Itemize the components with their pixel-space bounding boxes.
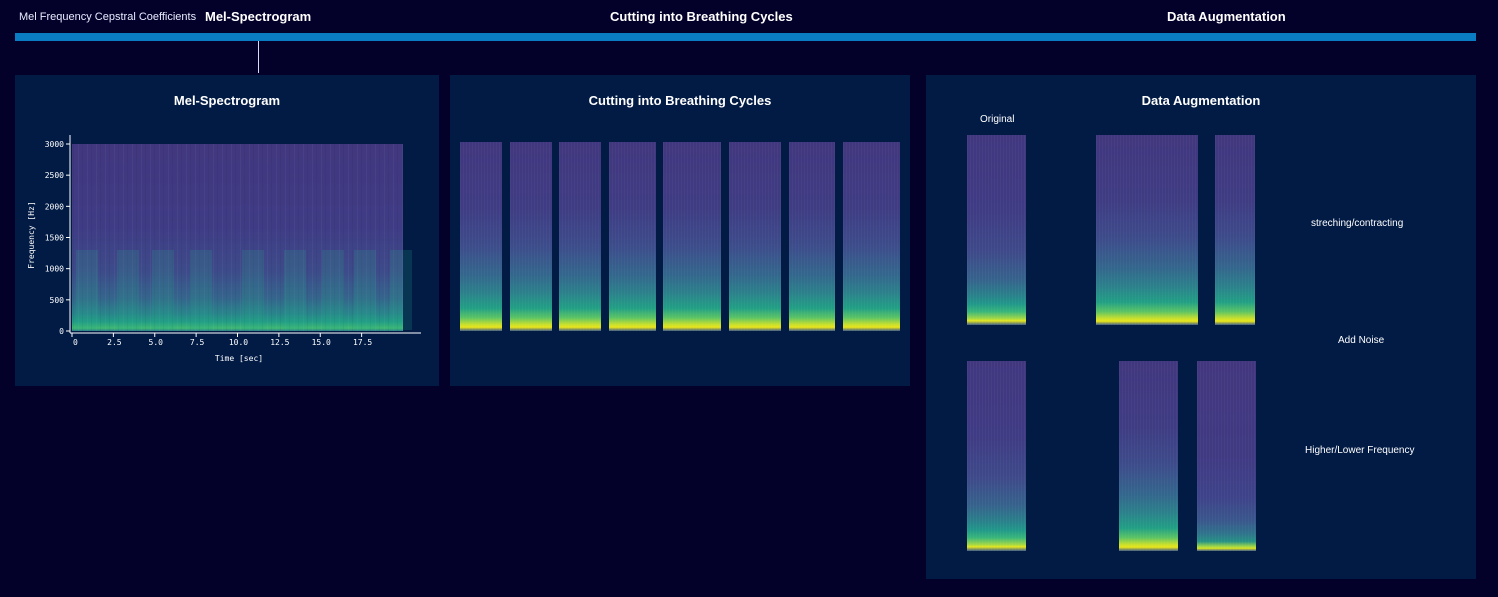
- y-tick-label: 2500: [45, 171, 64, 180]
- x-tick-label: 15.0: [312, 338, 331, 347]
- original-spectrogram: [967, 135, 1026, 325]
- breathing-cycle-spectrogram: [729, 142, 781, 331]
- original-spectrogram-2: [967, 361, 1026, 551]
- y-tick-label: 1500: [45, 234, 64, 243]
- data-augmentation-panel: Data Augmentation Original streching/con…: [926, 75, 1476, 579]
- breath-burst: [190, 250, 212, 330]
- x-tick-label: 12.5: [270, 338, 289, 347]
- breath-burst: [390, 250, 412, 330]
- mel-spectrogram-panel: Mel-Spectrogram 0 500 1000 1500 2000 2500 3000: [15, 75, 439, 386]
- x-tick-label: 17.5: [353, 338, 372, 347]
- add-noise-label: Add Noise: [1338, 335, 1385, 346]
- lower-frequency-spectrogram: [1197, 361, 1256, 551]
- breathing-cycles-title: Cutting into Breathing Cycles: [588, 93, 772, 108]
- contracted-spectrogram: [1215, 135, 1255, 325]
- breath-burst: [284, 250, 306, 330]
- stretch-contract-label: streching/contracting: [1311, 218, 1404, 229]
- y-axis-label: Frequency [Hz]: [27, 201, 36, 268]
- current-section-label: Mel Frequency Cepstral Coefficients: [19, 11, 197, 23]
- breathing-cycles-panel: Cutting into Breathing Cycles: [450, 75, 910, 386]
- mel-spectrogram-chart: 0 500 1000 1500 2000 2500 3000 0 2.5 5.0 7.5 10.0 1…: [27, 135, 421, 363]
- breath-burst: [76, 250, 98, 330]
- breathing-cycle-spectrogram: [510, 142, 552, 331]
- breath-burst: [117, 250, 139, 330]
- breath-burst: [322, 250, 344, 330]
- frequency-shift-label: Higher/Lower Frequency: [1305, 445, 1415, 456]
- breathing-cycle-spectrogram: [843, 142, 900, 331]
- breath-burst: [354, 250, 376, 330]
- y-tick-label: 3000: [45, 140, 64, 149]
- tab-breathing-cycles[interactable]: Cutting into Breathing Cycles: [610, 9, 793, 24]
- y-tick-label: 500: [50, 296, 65, 305]
- breathing-cycle-spectrogram: [460, 142, 502, 331]
- x-tick-label: 5.0: [149, 338, 164, 347]
- x-axis-label: Time [sec]: [215, 354, 263, 363]
- breathing-cycle-spectrogram: [789, 142, 835, 331]
- y-tick-label: 0: [59, 327, 64, 336]
- stretched-spectrogram: [1096, 135, 1198, 325]
- breathing-cycle-spectrogram: [609, 142, 656, 331]
- breath-burst: [152, 250, 174, 330]
- y-tick-label: 2000: [45, 202, 64, 211]
- tab-mel-spectrogram[interactable]: Mel-Spectrogram: [205, 9, 311, 24]
- progress-marker: [258, 41, 259, 73]
- tab-data-augmentation[interactable]: Data Augmentation: [1167, 9, 1286, 24]
- higher-frequency-spectrogram: [1119, 361, 1178, 551]
- y-tick-label: 1000: [45, 265, 64, 274]
- x-tick-label: 2.5: [107, 338, 122, 347]
- x-tick-label: 7.5: [190, 338, 205, 347]
- breath-burst: [242, 250, 264, 330]
- progress-bar: [15, 33, 1476, 41]
- x-tick-label: 10.0: [229, 338, 248, 347]
- data-augmentation-title: Data Augmentation: [1141, 93, 1261, 108]
- x-tick-label: 0: [73, 338, 78, 347]
- breathing-cycle-spectrogram: [663, 142, 721, 331]
- breathing-cycle-spectrogram: [559, 142, 601, 331]
- original-label: Original: [980, 114, 1015, 125]
